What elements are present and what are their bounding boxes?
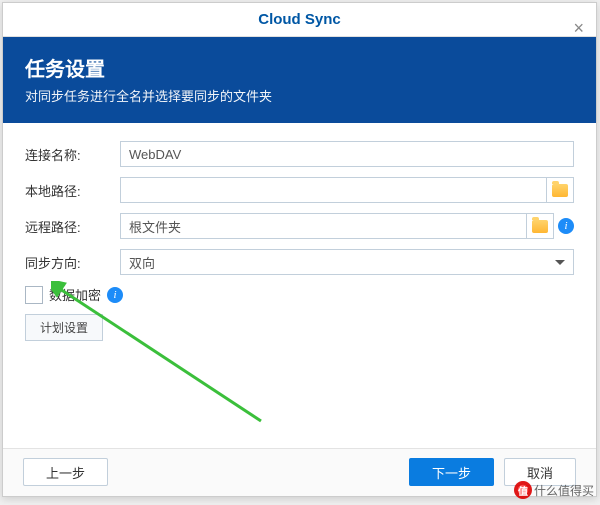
schedule-button[interactable]: 计划设置 — [25, 314, 103, 341]
titlebar: Cloud Sync × — [3, 3, 596, 37]
local-path-browse-button[interactable] — [546, 177, 574, 203]
watermark-logo-icon: 值 — [514, 481, 532, 499]
sync-dir-label: 同步方向: — [25, 253, 120, 272]
header-banner: 任务设置 对同步任务进行全名并选择要同步的文件夹 — [3, 37, 596, 123]
back-button[interactable]: 上一步 — [23, 458, 108, 486]
local-path-input[interactable] — [120, 177, 546, 203]
info-icon[interactable]: i — [107, 287, 123, 303]
encrypt-checkbox[interactable] — [25, 286, 43, 304]
page-title: 任务设置 — [25, 53, 574, 82]
local-path-label: 本地路径: — [25, 181, 120, 200]
sync-dir-select[interactable]: 双向 — [120, 249, 574, 275]
watermark: 值 什么值得买 — [514, 481, 594, 499]
remote-path-browse-button[interactable] — [526, 213, 554, 239]
app-title: Cloud Sync — [258, 11, 341, 28]
conn-name-input[interactable] — [120, 141, 574, 167]
close-icon[interactable]: × — [573, 11, 584, 45]
sync-dir-value: 双向 — [129, 253, 155, 272]
remote-path-input[interactable] — [120, 213, 526, 239]
watermark-text: 什么值得买 — [534, 482, 594, 499]
info-icon[interactable]: i — [558, 218, 574, 234]
conn-name-label: 连接名称: — [25, 145, 120, 164]
encrypt-label: 数据加密 — [49, 285, 101, 304]
next-button[interactable]: 下一步 — [409, 458, 494, 486]
folder-icon — [532, 220, 548, 233]
folder-icon — [552, 184, 568, 197]
remote-path-label: 远程路径: — [25, 217, 120, 236]
form-area: 连接名称: 本地路径: 远程路径: i — [3, 123, 596, 351]
page-subtitle: 对同步任务进行全名并选择要同步的文件夹 — [25, 86, 574, 105]
